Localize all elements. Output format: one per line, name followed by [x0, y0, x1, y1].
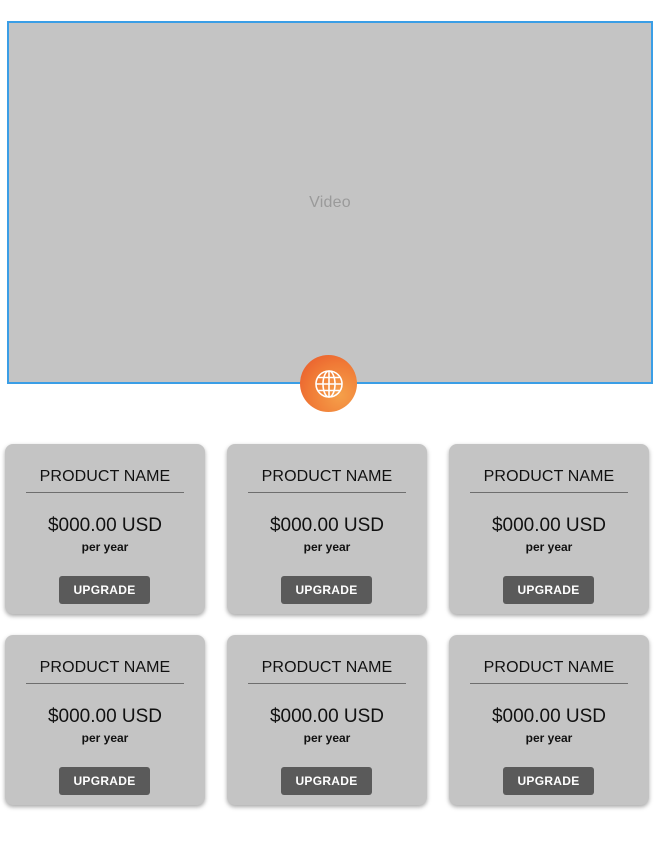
- upgrade-button[interactable]: UPGRADE: [503, 767, 594, 795]
- globe-button[interactable]: [300, 355, 357, 412]
- product-card: PRODUCT NAME $000.00 USD per year UPGRAD…: [5, 444, 205, 614]
- product-price: $000.00 USD: [47, 706, 163, 727]
- product-price: $000.00 USD: [47, 515, 163, 536]
- product-name: PRODUCT NAME: [39, 659, 171, 676]
- product-name: PRODUCT NAME: [483, 468, 615, 485]
- upgrade-button[interactable]: UPGRADE: [503, 576, 594, 604]
- video-placeholder[interactable]: Video: [7, 21, 653, 384]
- product-name: PRODUCT NAME: [483, 659, 615, 676]
- product-card: PRODUCT NAME $000.00 USD per year UPGRAD…: [449, 444, 649, 614]
- product-price: $000.00 USD: [269, 515, 385, 536]
- billing-period: per year: [81, 731, 129, 745]
- product-card: PRODUCT NAME $000.00 USD per year UPGRAD…: [449, 635, 649, 805]
- video-label: Video: [309, 193, 351, 211]
- product-name: PRODUCT NAME: [39, 468, 171, 485]
- billing-period: per year: [81, 540, 129, 554]
- divider: [248, 683, 406, 684]
- billing-period: per year: [303, 540, 351, 554]
- upgrade-button[interactable]: UPGRADE: [59, 767, 150, 795]
- divider: [26, 683, 184, 684]
- upgrade-button[interactable]: UPGRADE: [59, 576, 150, 604]
- product-name: PRODUCT NAME: [261, 468, 393, 485]
- product-card: PRODUCT NAME $000.00 USD per year UPGRAD…: [227, 635, 427, 805]
- divider: [248, 492, 406, 493]
- upgrade-button[interactable]: UPGRADE: [281, 767, 372, 795]
- product-card: PRODUCT NAME $000.00 USD per year UPGRAD…: [227, 444, 427, 614]
- divider: [470, 683, 628, 684]
- product-price: $000.00 USD: [491, 515, 607, 536]
- billing-period: per year: [525, 731, 573, 745]
- product-name: PRODUCT NAME: [261, 659, 393, 676]
- product-price: $000.00 USD: [491, 706, 607, 727]
- billing-period: per year: [525, 540, 573, 554]
- divider: [470, 492, 628, 493]
- globe-icon: [314, 369, 343, 398]
- billing-period: per year: [303, 731, 351, 745]
- product-card: PRODUCT NAME $000.00 USD per year UPGRAD…: [5, 635, 205, 805]
- divider: [26, 492, 184, 493]
- product-price: $000.00 USD: [269, 706, 385, 727]
- upgrade-button[interactable]: UPGRADE: [281, 576, 372, 604]
